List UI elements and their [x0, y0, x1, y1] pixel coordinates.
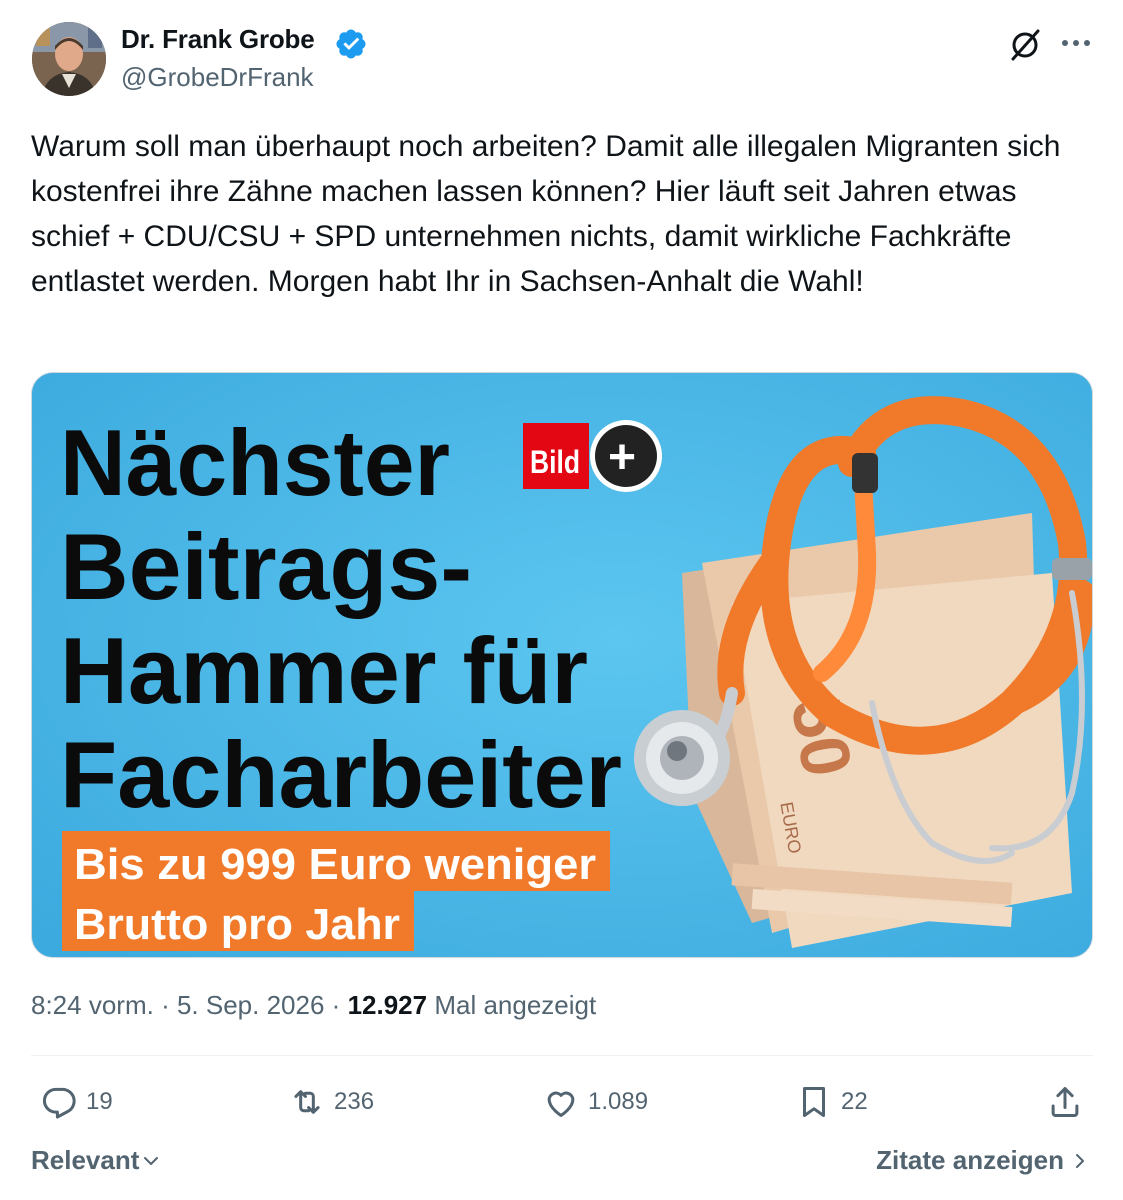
retweet-count: 236	[334, 1088, 375, 1115]
headline-line-2: Beitrags-	[60, 514, 472, 619]
reply-icon	[43, 1087, 76, 1119]
heart-icon	[547, 1091, 575, 1117]
like-button[interactable]: 1.089	[542, 1080, 648, 1124]
quotes-label: Zitate anzeigen	[876, 1145, 1064, 1175]
views-count: 12.927	[347, 990, 428, 1020]
meta-separator: ·	[331, 990, 341, 1020]
meta-separator: ·	[161, 990, 170, 1020]
headline-line-4: Facharbeiter	[60, 722, 622, 827]
tweet-time[interactable]: 8:24 vorm.	[31, 990, 154, 1020]
share-icon	[1051, 1087, 1079, 1117]
retweet-button[interactable]: 236	[288, 1080, 374, 1124]
subheadline-line-2: Brutto pro Jahr	[74, 900, 400, 949]
headline-line-3: Hammer für	[60, 618, 588, 723]
sort-dropdown[interactable]: Relevant	[31, 1145, 161, 1176]
chevron-right-icon	[1076, 1153, 1084, 1168]
stethoscope-chestpiece	[634, 710, 730, 806]
logo-text: Bild	[530, 444, 580, 480]
share-button[interactable]	[1046, 1080, 1084, 1124]
grok-button[interactable]	[1004, 24, 1046, 66]
verified-badge-icon	[334, 27, 368, 61]
view-quotes-link[interactable]: Zitate anzeigen	[876, 1145, 1090, 1176]
author-name[interactable]: Dr. Frank Grobe	[121, 24, 315, 55]
bookmark-count: 22	[841, 1088, 868, 1115]
bookmark-icon	[802, 1087, 826, 1117]
more-dots-icon	[1062, 40, 1090, 46]
reply-button[interactable]: 19	[40, 1080, 113, 1124]
like-count: 1.089	[588, 1088, 649, 1115]
sort-label: Relevant	[31, 1145, 140, 1175]
tweet-meta: 8:24 vorm. · 5. Sep. 2026 · 12.927 Mal a…	[31, 990, 596, 1021]
tweet-image[interactable]: 50 EURO Nächster Beitrags- Hammer für Fa…	[31, 372, 1093, 958]
bookmark-button[interactable]: 22	[795, 1080, 868, 1124]
more-options-button[interactable]	[1056, 28, 1096, 58]
avatar[interactable]	[32, 22, 106, 96]
tweet-text: Warum soll man überhaupt noch arbeiten? …	[31, 130, 1061, 298]
author-handle[interactable]: @GrobeDrFrank	[121, 62, 314, 93]
subheadline-line-1: Bis zu 999 Euro weniger	[74, 840, 596, 889]
grok-icon	[1011, 29, 1040, 61]
tweet-date[interactable]: 5. Sep. 2026	[177, 990, 324, 1020]
chevron-down-icon	[144, 1156, 159, 1165]
divider	[31, 1055, 1093, 1056]
logo-plus: +	[608, 431, 636, 484]
retweet-icon	[294, 1090, 320, 1114]
views-label: Mal angezeigt	[434, 990, 597, 1020]
headline-line-1: Nächster	[60, 410, 450, 515]
reply-count: 19	[86, 1088, 113, 1115]
